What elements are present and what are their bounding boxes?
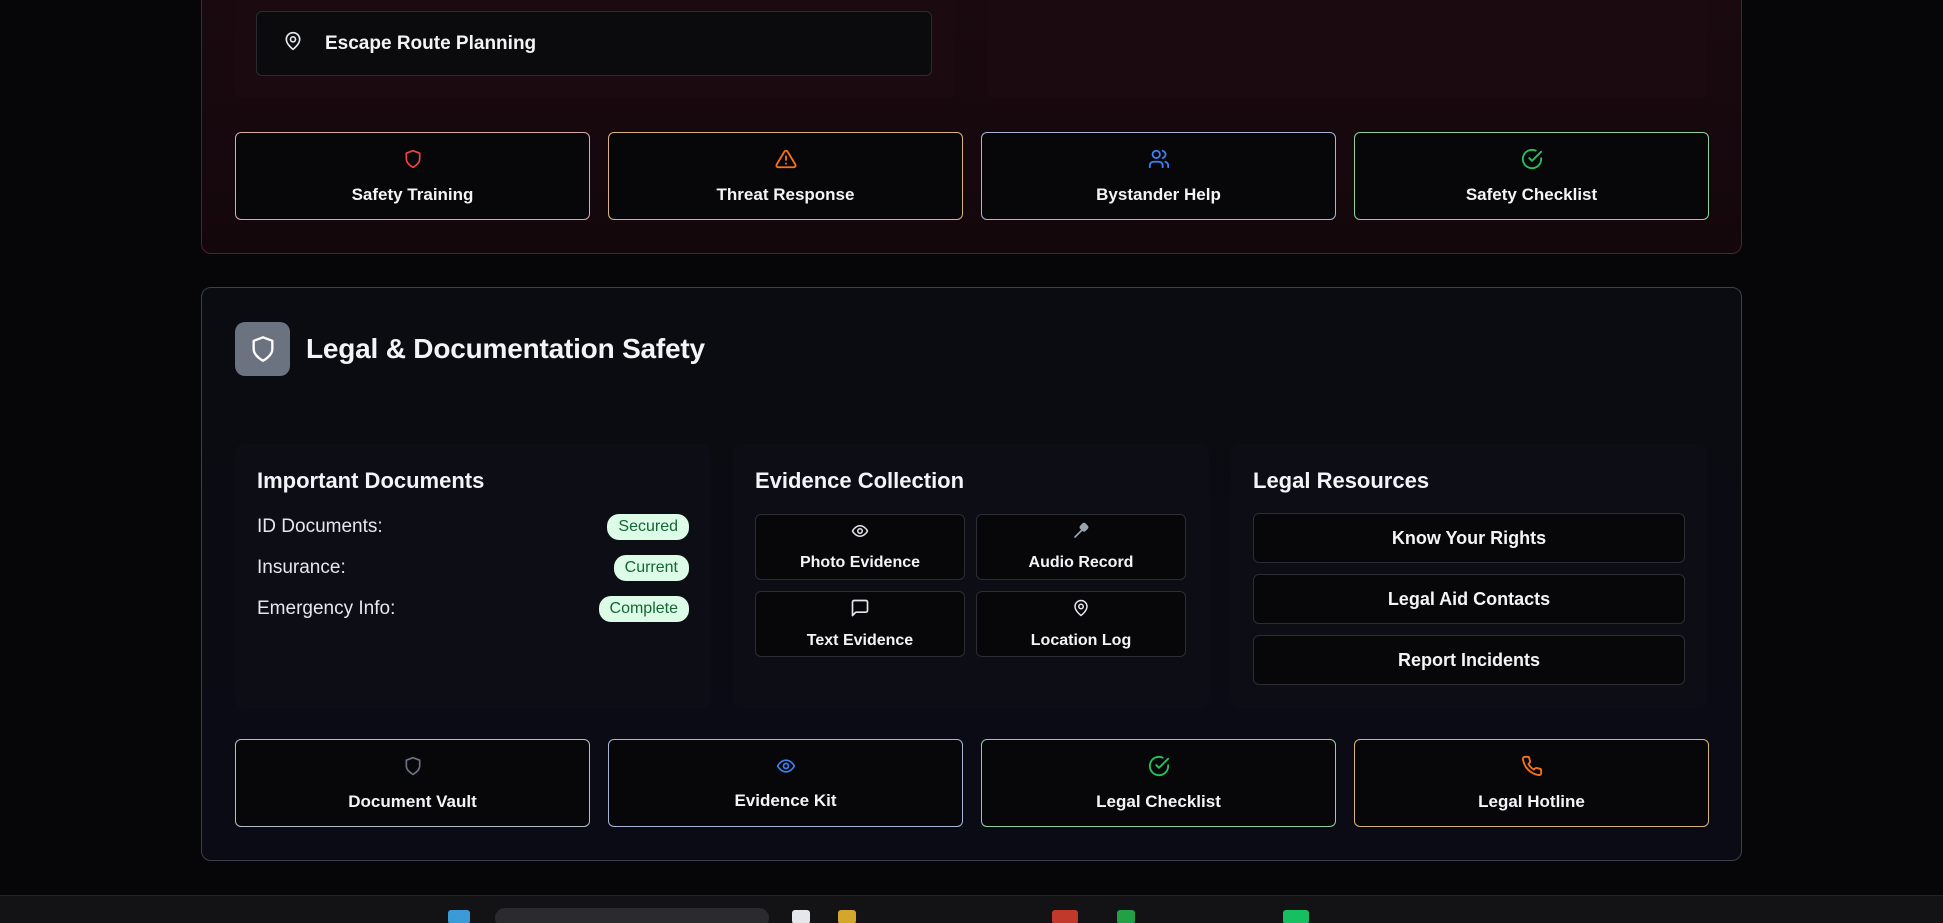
shield-icon <box>403 148 423 175</box>
legal-aid-contacts-button[interactable]: Legal Aid Contacts <box>1253 574 1685 624</box>
legal-resources-title: Legal Resources <box>1253 468 1430 493</box>
evidence-collection-title: Evidence Collection <box>755 468 965 493</box>
map-pin-icon <box>283 30 303 57</box>
document-row-emergency: Emergency Info: Complete <box>257 596 689 622</box>
audio-record-label: Audio Record <box>1028 554 1134 571</box>
bystander-help-button[interactable]: Bystander Help <box>981 132 1336 220</box>
file-icon[interactable] <box>792 910 810 923</box>
taskbar-search[interactable] <box>495 908 769 923</box>
folder-icon[interactable] <box>838 910 856 923</box>
top-panel-right <box>987 0 1707 98</box>
microphone-icon <box>1071 522 1091 545</box>
safety-checklist-label: Safety Checklist <box>1465 184 1598 204</box>
app-icon[interactable] <box>1117 910 1135 923</box>
document-label: Insurance: <box>257 557 346 578</box>
document-vault-button[interactable]: Document Vault <box>235 739 590 827</box>
evidence-kit-button[interactable]: Evidence Kit <box>608 739 963 827</box>
legal-checklist-label: Legal Checklist <box>1096 791 1221 811</box>
legal-hotline-button[interactable]: Legal Hotline <box>1354 739 1709 827</box>
status-badge: Complete <box>598 596 689 622</box>
text-evidence-label: Text Evidence <box>806 632 914 649</box>
important-documents-title: Important Documents <box>257 468 485 493</box>
evidence-collection-panel: Evidence Collection Photo Evidence Audio… <box>733 444 1209 708</box>
legal-section-header: Legal & Documentation Safety <box>235 322 705 376</box>
important-documents-panel: Important Documents ID Documents: Secure… <box>235 444 711 708</box>
know-your-rights-label: Know Your Rights <box>1391 527 1547 548</box>
document-row-id: ID Documents: Secured <box>257 514 689 540</box>
document-vault-label: Document Vault <box>348 791 477 811</box>
status-badge: Secured <box>607 514 689 540</box>
safety-checklist-button[interactable]: Safety Checklist <box>1354 132 1709 220</box>
phone-icon <box>1521 755 1543 782</box>
warning-triangle-icon <box>775 148 797 175</box>
status-badge: Current <box>613 555 689 581</box>
evidence-kit-label: Evidence Kit <box>734 790 837 810</box>
threat-response-label: Threat Response <box>716 184 855 204</box>
browser-icon[interactable] <box>1052 910 1078 923</box>
photo-evidence-button[interactable]: Photo Evidence <box>755 514 965 580</box>
legal-actions-row: Document Vault Evidence Kit Legal Checkl… <box>235 739 1709 827</box>
threat-response-button[interactable]: Threat Response <box>608 132 963 220</box>
evidence-grid: Photo Evidence Audio Record Text Evidenc… <box>755 514 1186 657</box>
legal-aid-contacts-label: Legal Aid Contacts <box>1387 588 1551 609</box>
shield-icon <box>235 322 290 376</box>
message-icon <box>850 598 870 623</box>
legal-hotline-label: Legal Hotline <box>1478 791 1585 811</box>
bystander-help-label: Bystander Help <box>1096 184 1221 204</box>
document-label: ID Documents: <box>257 516 383 537</box>
safety-training-button[interactable]: Safety Training <box>235 132 590 220</box>
check-circle-icon <box>1521 148 1543 175</box>
start-icon[interactable] <box>448 910 470 923</box>
users-icon <box>1148 148 1170 175</box>
know-your-rights-button[interactable]: Know Your Rights <box>1253 513 1685 563</box>
map-pin-icon <box>1072 598 1090 623</box>
text-evidence-button[interactable]: Text Evidence <box>755 591 965 657</box>
location-log-button[interactable]: Location Log <box>976 591 1186 657</box>
escape-route-planning-button[interactable]: Escape Route Planning <box>256 11 932 76</box>
safety-actions-row: Safety Training Threat Response Bystande… <box>235 132 1709 220</box>
os-taskbar <box>0 895 1943 923</box>
escape-route-label: Escape Route Planning <box>325 32 537 54</box>
photo-evidence-label: Photo Evidence <box>799 554 921 571</box>
legal-checklist-button[interactable]: Legal Checklist <box>981 739 1336 827</box>
shield-icon <box>403 755 423 782</box>
eye-icon <box>775 756 797 781</box>
safety-training-label: Safety Training <box>351 184 474 204</box>
eye-icon <box>850 522 870 545</box>
page: Escape Route Planning Safety Training Th… <box>0 0 1943 923</box>
document-label: Emergency Info: <box>257 598 396 619</box>
check-circle-icon <box>1148 755 1170 782</box>
audio-record-button[interactable]: Audio Record <box>976 514 1186 580</box>
location-log-label: Location Log <box>1030 632 1132 649</box>
report-incidents-label: Report Incidents <box>1397 649 1540 670</box>
legal-section-title: Legal & Documentation Safety <box>306 333 705 364</box>
app-icon[interactable] <box>1283 910 1309 923</box>
legal-resources-panel: Legal Resources Know Your Rights Legal A… <box>1231 444 1707 708</box>
document-row-insurance: Insurance: Current <box>257 555 689 581</box>
report-incidents-button[interactable]: Report Incidents <box>1253 635 1685 685</box>
